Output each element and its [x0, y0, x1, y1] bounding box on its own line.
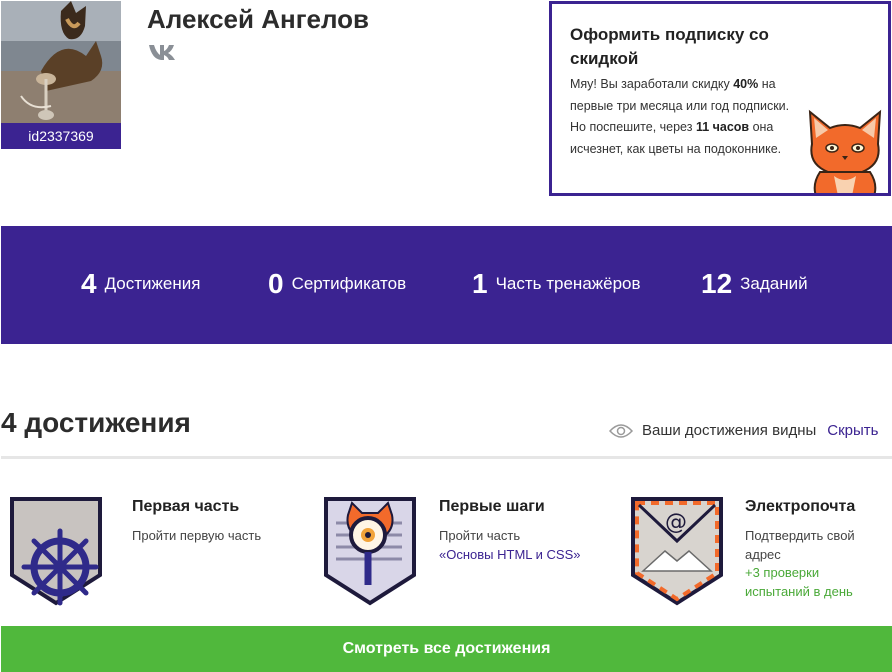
stat-value: 1 [472, 268, 488, 299]
user-id-label: id2337369 [1, 123, 121, 149]
hide-achievements-link[interactable]: Скрыть [827, 422, 878, 439]
svg-text:@: @ [665, 510, 687, 535]
visibility-text: Ваши достижения видны [642, 422, 817, 439]
stat-value: 12 [701, 268, 733, 299]
stat-label: Часть тренажёров [495, 274, 641, 293]
stat-achievements[interactable]: 4 Достижения [81, 268, 200, 300]
achievement-name: Электропочта [745, 498, 856, 515]
achievement-card[interactable]: Первая часть Пройти первую часть [8, 495, 298, 610]
promo-title: Оформить подписку со скидкой [570, 25, 769, 68]
divider [1, 456, 892, 459]
promo-discount: 40% [733, 77, 759, 91]
cat-icon [808, 109, 882, 193]
envelope-badge-icon: @ [631, 497, 723, 606]
stat-label: Достижения [104, 274, 201, 293]
stat-value: 4 [81, 268, 97, 299]
cat-magnifier-badge-icon [324, 497, 416, 606]
achievement-name: Первые шаги [439, 498, 545, 515]
achievement-desc: Подтвердить свой адрес +3 проверки испыт… [745, 527, 885, 601]
promo-text-part: Мяу! Вы заработали скидку [570, 77, 734, 91]
eye-icon [609, 423, 633, 438]
achievement-desc-text: Подтвердить свой адрес [745, 528, 855, 562]
promo-text: Мяу! Вы заработали скидку 40% на первые … [570, 74, 792, 160]
achievement-desc: Пройти часть «Основы HTML и CSS» [439, 527, 609, 564]
stat-tasks[interactable]: 12 Заданий [701, 268, 808, 300]
achievement-name: Первая часть [132, 498, 240, 515]
achievement-bonus: +3 проверки испытаний в день [745, 565, 853, 599]
vk-icon[interactable] [148, 42, 176, 62]
stat-certificates[interactable]: 0 Сертификатов [268, 268, 406, 300]
stat-label: Заданий [740, 274, 808, 293]
achievements-heading: 4 достижения [1, 407, 191, 438]
view-all-achievements-button[interactable]: Смотреть все достижения [1, 626, 892, 672]
achievement-card[interactable]: @ Электропочта Подтвердить свой адрес +3… [629, 495, 892, 610]
stat-value: 0 [268, 268, 284, 299]
avatar-photo [1, 1, 121, 123]
achievement-desc: Пройти первую часть [132, 528, 262, 543]
ship-wheel-badge-icon [10, 497, 102, 606]
promo-hours: 11 часов [695, 120, 750, 134]
stat-trainers[interactable]: 1 Часть тренажёров [472, 268, 641, 300]
stat-label: Сертификатов [291, 274, 407, 293]
subscription-promo-card[interactable]: Оформить подписку со скидкой Мяу! Вы зар… [549, 1, 891, 196]
achievements-visibility: Ваши достижения видны Скрыть [609, 422, 878, 439]
dog-photo-illustration [1, 1, 121, 123]
achievement-card[interactable]: Первые шаги Пройти часть «Основы HTML и … [322, 495, 612, 610]
avatar[interactable]: id2337369 [1, 1, 121, 149]
user-name: Алексей Ангелов [147, 4, 370, 34]
course-link[interactable]: «Основы HTML и CSS» [439, 547, 580, 562]
stats-bar: 4 Достижения 0 Сертификатов 1 Часть тренажё… [1, 226, 892, 344]
achievement-desc-text: Пройти часть [439, 528, 521, 543]
